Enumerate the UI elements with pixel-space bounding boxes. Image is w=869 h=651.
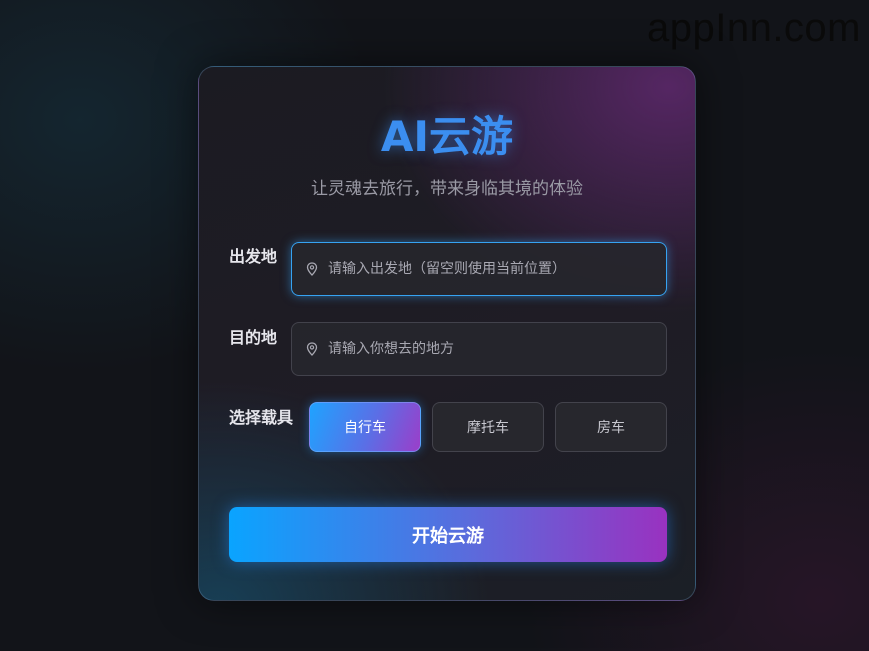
destination-label: 目的地 bbox=[229, 328, 278, 347]
origin-label: 出发地 bbox=[229, 247, 278, 266]
location-pin-icon bbox=[306, 342, 318, 356]
destination-field[interactable] bbox=[291, 322, 667, 376]
watermark: appInn.com bbox=[646, 6, 861, 50]
vehicle-option-motorcycle[interactable]: 摩托车 bbox=[432, 402, 544, 452]
app-title: AI云游 bbox=[380, 112, 514, 161]
vehicle-option-rv[interactable]: 房车 bbox=[555, 402, 667, 452]
origin-field[interactable] bbox=[291, 242, 667, 296]
location-pin-icon bbox=[306, 262, 318, 276]
origin-input[interactable] bbox=[328, 261, 666, 277]
vehicle-option-bicycle[interactable]: 自行车 bbox=[309, 402, 421, 452]
app-subtitle: 让灵魂去旅行，带来身临其境的体验 bbox=[311, 179, 583, 199]
travel-form-card: AI云游 让灵魂去旅行，带来身临其境的体验 出发地 目的地 选择载具 自行车 摩… bbox=[198, 66, 696, 601]
start-tour-button[interactable]: 开始云游 bbox=[229, 507, 667, 562]
vehicle-label: 选择载具 bbox=[229, 408, 294, 427]
destination-input[interactable] bbox=[328, 341, 666, 357]
